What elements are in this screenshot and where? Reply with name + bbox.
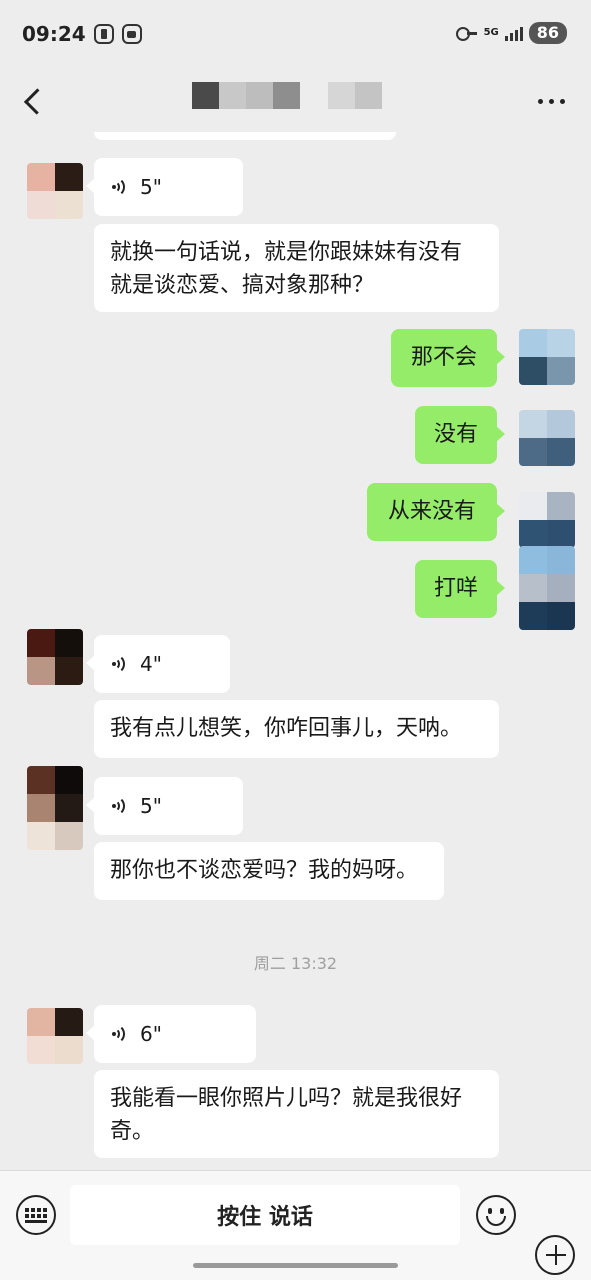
contact-avatar[interactable] — [27, 163, 83, 219]
key-icon — [455, 27, 478, 41]
my-message[interactable]: 从来没有 — [367, 483, 505, 541]
home-indicator[interactable] — [193, 1263, 398, 1268]
my-message[interactable]: 打咩 — [415, 560, 505, 618]
message-text: 那你也不谈恋爱吗？我的妈呀。 — [110, 858, 419, 883]
my-avatar[interactable] — [519, 329, 575, 385]
status-left: 09:24 — [22, 22, 142, 46]
voice-message[interactable]: 5" — [86, 777, 243, 835]
voice-message[interactable]: 4" — [86, 635, 230, 693]
hold-to-talk-button[interactable]: 按住 说话 — [70, 1185, 460, 1245]
message-text: 我能看一眼你照片儿吗？就是我很好奇。 — [110, 1086, 463, 1144]
my-avatar[interactable] — [519, 410, 575, 466]
network-type: 5G — [483, 27, 499, 38]
my-message[interactable]: 那不会 — [391, 329, 505, 387]
voice-message[interactable]: 6" — [86, 1005, 256, 1063]
voice-wave-icon — [110, 795, 128, 817]
message-text: 从来没有 — [387, 499, 476, 524]
voice-duration: 4" — [140, 651, 162, 676]
chat-area[interactable]: 5" 就换一句话说，就是你跟妹妹有没有就是谈恋爱、搞对象那种？ 那不会 没有 从… — [0, 132, 591, 1170]
status-right: 5G 86 — [455, 22, 567, 44]
contact-avatar[interactable] — [27, 1008, 83, 1064]
contact-name-censored — [192, 82, 382, 109]
message-text: 那不会 — [410, 345, 477, 370]
message-text: 就换一句话说，就是你跟妹妹有没有就是谈恋爱、搞对象那种？ — [110, 240, 463, 298]
voice-duration: 6" — [140, 1021, 162, 1046]
plus-icon[interactable] — [535, 1235, 575, 1275]
status-bar: 09:24 5G 86 — [0, 0, 591, 70]
keyboard-icon[interactable] — [16, 1195, 56, 1235]
clock: 09:24 — [22, 22, 86, 46]
voice-wave-icon — [110, 653, 128, 675]
voice-duration: 5" — [140, 174, 162, 199]
contact-avatar[interactable] — [27, 766, 83, 850]
voice-duration: 5" — [140, 793, 162, 818]
my-avatar[interactable] — [519, 492, 575, 548]
notification-icon — [93, 24, 114, 44]
signal-icon — [504, 25, 523, 41]
emoji-icon[interactable] — [476, 1195, 516, 1235]
text-message[interactable]: 我有点儿想笑，你咋回事儿，天呐。 — [94, 700, 499, 758]
message-text: 没有 — [433, 422, 478, 447]
contact-avatar[interactable] — [27, 629, 83, 685]
more-dots-icon[interactable] — [538, 98, 565, 104]
my-message[interactable]: 没有 — [415, 406, 505, 464]
voice-wave-icon — [110, 1023, 128, 1045]
back-chevron-icon[interactable] — [20, 88, 46, 114]
nav-bar — [0, 70, 591, 132]
text-message[interactable]: 就换一句话说，就是你跟妹妹有没有就是谈恋爱、搞对象那种？ — [94, 224, 499, 312]
text-message[interactable]: 那你也不谈恋爱吗？我的妈呀。 — [94, 842, 444, 900]
timestamp: 周二 13:32 — [253, 954, 338, 973]
text-message[interactable]: 我能看一眼你照片儿吗？就是我很好奇。 — [94, 1070, 499, 1158]
voice-message[interactable]: 5" — [86, 158, 243, 216]
voice-wave-icon — [110, 176, 128, 198]
screen-record-icon — [121, 24, 142, 44]
battery-level: 86 — [528, 22, 567, 44]
message-text: 打咩 — [433, 576, 478, 601]
previous-bubble-fragment — [94, 132, 396, 140]
my-avatar[interactable] — [519, 546, 575, 630]
message-text: 我有点儿想笑，你咋回事儿，天呐。 — [110, 716, 463, 741]
